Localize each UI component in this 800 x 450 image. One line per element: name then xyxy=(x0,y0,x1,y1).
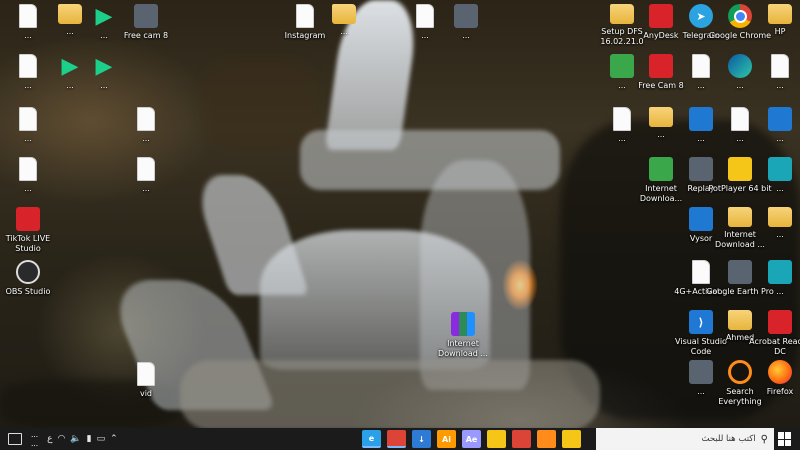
desktop-icon-label: ... xyxy=(462,31,470,40)
desktop-icon-label: Firefox xyxy=(766,387,794,396)
gray-icon xyxy=(454,4,478,28)
desktop-icon-label: Free cam 8 xyxy=(123,31,169,40)
clock-date: ... xyxy=(31,439,39,448)
desktop-icon-label: ... xyxy=(776,81,784,90)
doc-icon xyxy=(137,362,155,386)
teal-icon xyxy=(768,260,792,284)
green-icon xyxy=(649,157,673,181)
doc-icon xyxy=(19,157,37,181)
teal-icon xyxy=(768,157,792,181)
desktop-icon[interactable]: ... xyxy=(112,155,180,217)
desktop-icon-label: HP xyxy=(774,27,786,36)
desktop-icon-label: ... xyxy=(340,27,348,36)
desktop: ............ TikTok LIVE Studio OBS Studio… xyxy=(0,0,800,428)
blue-icon xyxy=(768,107,792,131)
folder-icon xyxy=(332,4,356,24)
desktop-icon[interactable]: OBS Studio xyxy=(0,258,62,320)
taskbar-search-everything-icon[interactable] xyxy=(537,430,556,448)
clock[interactable]: ... ... xyxy=(27,430,42,448)
red-icon xyxy=(16,207,40,231)
desktop-icon-label: ... xyxy=(776,287,784,296)
desktop-icon-label: ... xyxy=(776,134,784,143)
desktop-icon-label: TikTok LIVE Studio xyxy=(5,234,51,253)
gray-icon xyxy=(134,4,158,28)
ff-icon xyxy=(768,360,792,384)
doc-icon xyxy=(19,54,37,78)
doc-icon xyxy=(19,107,37,131)
desktop-icon[interactable]: Firefox xyxy=(746,358,800,420)
taskbar-edge-icon[interactable]: e xyxy=(362,430,381,448)
wallpaper-rock xyxy=(200,60,320,150)
desktop-icon-label: vid xyxy=(139,389,153,398)
desktop-icon-label: Acrobat Reader DC xyxy=(749,337,800,356)
desktop-icon-label: Internet Download ... xyxy=(438,339,488,358)
doc-icon xyxy=(771,54,789,78)
chevron-up-icon[interactable]: ⌃ xyxy=(110,434,118,444)
clock-time: ... xyxy=(31,430,39,439)
taskbar-after-effects-icon[interactable]: Ae xyxy=(462,430,481,448)
volume-icon[interactable]: 🔈 xyxy=(70,434,81,444)
desktop-icon-label: ... xyxy=(142,134,150,143)
taskbar: ... ... ع ◠ 🔈 ▮ ▭ ⌃ e ↓ Ai Ae اكتب هنا للبح… xyxy=(0,428,800,450)
desktop-icon-label: ... xyxy=(776,230,784,239)
taskbar-explorer-icon[interactable] xyxy=(562,430,581,448)
desktop-icon[interactable]: ... xyxy=(310,2,378,64)
desktop-icon[interactable]: Free cam 8 xyxy=(112,2,180,64)
wifi-icon[interactable]: ◠ xyxy=(58,434,66,444)
taskbar-chrome-2-icon[interactable] xyxy=(512,430,531,448)
desktop-icon-label: ... xyxy=(24,184,32,193)
desktop-icon-label: Internet Downloa... xyxy=(639,184,683,203)
notification-icon[interactable] xyxy=(8,433,22,445)
taskbar-chrome-icon[interactable] xyxy=(387,430,406,448)
search-box[interactable]: اكتب هنا للبحث ⚲ xyxy=(596,428,774,450)
microphone-icon[interactable]: ▮ xyxy=(87,434,92,444)
battery-icon[interactable]: ▭ xyxy=(97,434,106,444)
doc-icon xyxy=(19,4,37,28)
folder-icon xyxy=(768,4,792,24)
rar-icon xyxy=(451,312,475,336)
desktop-icon-label: ... xyxy=(142,184,150,193)
pinned-apps: e ↓ Ai Ae xyxy=(362,428,581,450)
desktop-icon[interactable]: Internet Download ... xyxy=(429,310,497,372)
wallpaper-waterfall xyxy=(180,360,600,428)
wallpaper-waterfall xyxy=(300,130,560,190)
system-tray: ... ... ع ◠ 🔈 ▮ ▭ ⌃ xyxy=(0,428,118,450)
taskbar-download-icon[interactable]: ↓ xyxy=(412,430,431,448)
desktop-icon-label: OBS Studio xyxy=(5,287,51,296)
search-placeholder: اكتب هنا للبحث xyxy=(701,434,756,444)
search-icon: ⚲ xyxy=(760,433,768,445)
taskbar-illustrator-icon[interactable]: Ai xyxy=(437,430,456,448)
desktop-icon-label: ... xyxy=(100,81,108,90)
doc-icon xyxy=(137,157,155,181)
language-indicator-icon[interactable]: ع xyxy=(47,434,52,444)
desktop-icon-label: ... xyxy=(776,184,784,193)
red-icon xyxy=(768,310,792,334)
desktop-icon[interactable]: ... xyxy=(432,2,500,64)
desktop-icon-label: ... xyxy=(24,134,32,143)
folder-icon xyxy=(768,207,792,227)
desktop-icon[interactable]: vid xyxy=(112,360,180,422)
taskbar-sticky-notes-icon[interactable] xyxy=(487,430,506,448)
desktop-icon[interactable]: Internet Downloa... xyxy=(627,155,695,217)
obs-icon xyxy=(16,260,40,284)
start-button[interactable] xyxy=(778,432,792,446)
doc-icon xyxy=(137,107,155,131)
windows-logo-icon xyxy=(778,432,784,439)
